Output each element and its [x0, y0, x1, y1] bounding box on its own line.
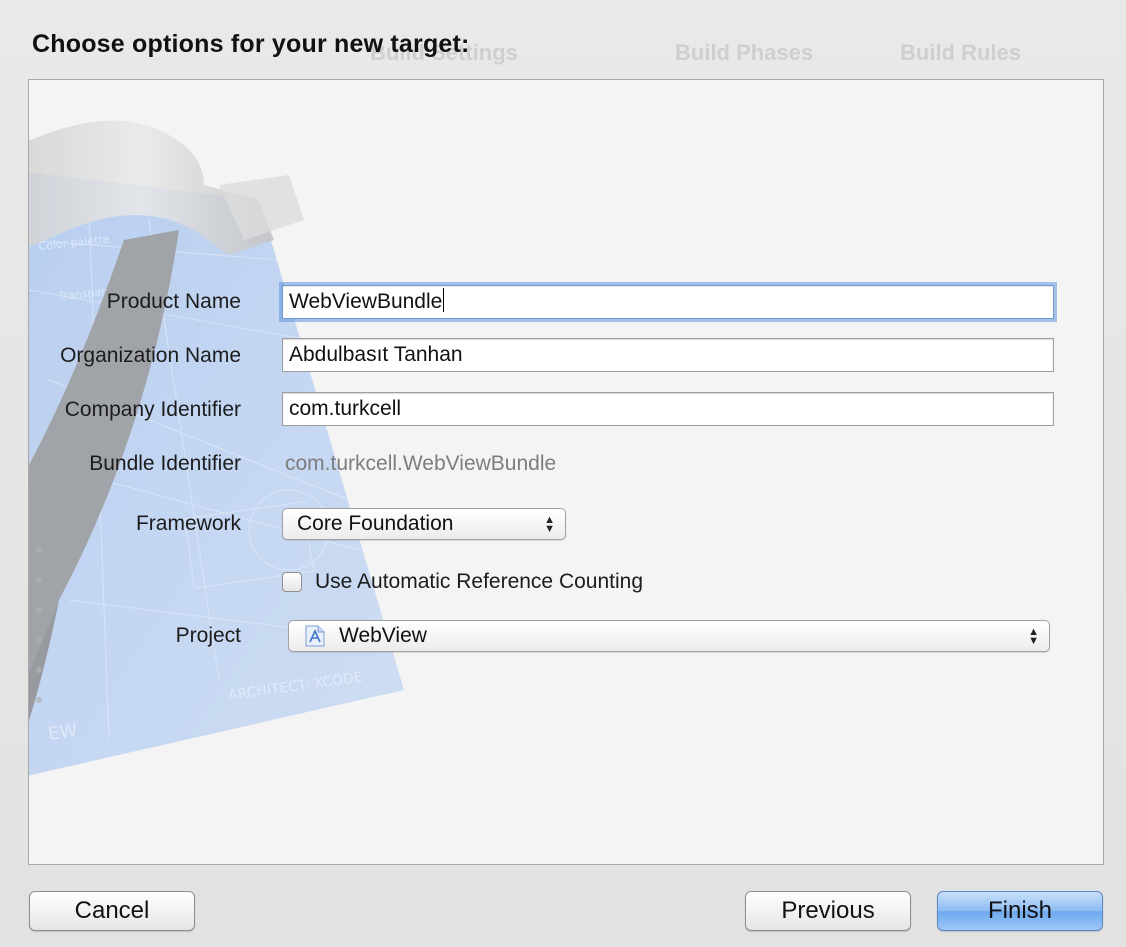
previous-button[interactable]: Previous — [745, 891, 911, 931]
project-popup[interactable]: WebView ▲ ▼ — [288, 620, 1050, 652]
product-name-label: Product Name — [106, 290, 241, 313]
project-label: Project — [175, 624, 241, 647]
organization-name-value: Abdulbasıt Tanhan — [289, 343, 463, 366]
arc-checkbox[interactable] — [282, 572, 302, 592]
company-identifier-label: Company Identifier — [64, 398, 241, 421]
bundle-identifier-label: Bundle Identifier — [89, 452, 241, 475]
project-selected: WebView — [339, 624, 427, 647]
framework-popup[interactable]: Core Foundation ▲ ▼ — [282, 508, 566, 540]
updown-arrows-icon: ▲ ▼ — [544, 514, 555, 535]
ghost-tab-build-rules: Build Rules — [900, 40, 1022, 65]
cancel-button[interactable]: Cancel — [29, 891, 195, 931]
product-name-value: WebViewBundle — [289, 290, 443, 313]
updown-arrows-icon: ▲ ▼ — [1028, 626, 1039, 647]
finish-button[interactable]: Finish — [937, 891, 1103, 931]
xcode-project-icon — [305, 625, 325, 647]
framework-label: Framework — [135, 512, 241, 535]
ghost-tab-build-phases: Build Phases — [675, 40, 814, 65]
dialog-title: Choose options for your new target: — [32, 30, 470, 58]
product-name-field[interactable]: WebViewBundle — [282, 285, 1054, 319]
organization-name-label: Organization Name — [60, 344, 241, 367]
bundle-identifier-value: com.turkcell.WebViewBundle — [285, 452, 557, 475]
options-panel: Color palette Transparency ARCHITECT: XC… — [28, 79, 1104, 865]
company-identifier-value: com.turkcell — [289, 397, 402, 420]
organization-name-field[interactable]: Abdulbasıt Tanhan — [282, 338, 1054, 372]
arc-checkbox-label[interactable]: Use Automatic Reference Counting — [315, 570, 643, 594]
framework-selected: Core Foundation — [297, 512, 454, 535]
text-caret — [443, 288, 445, 312]
company-identifier-field[interactable]: com.turkcell — [282, 392, 1054, 426]
